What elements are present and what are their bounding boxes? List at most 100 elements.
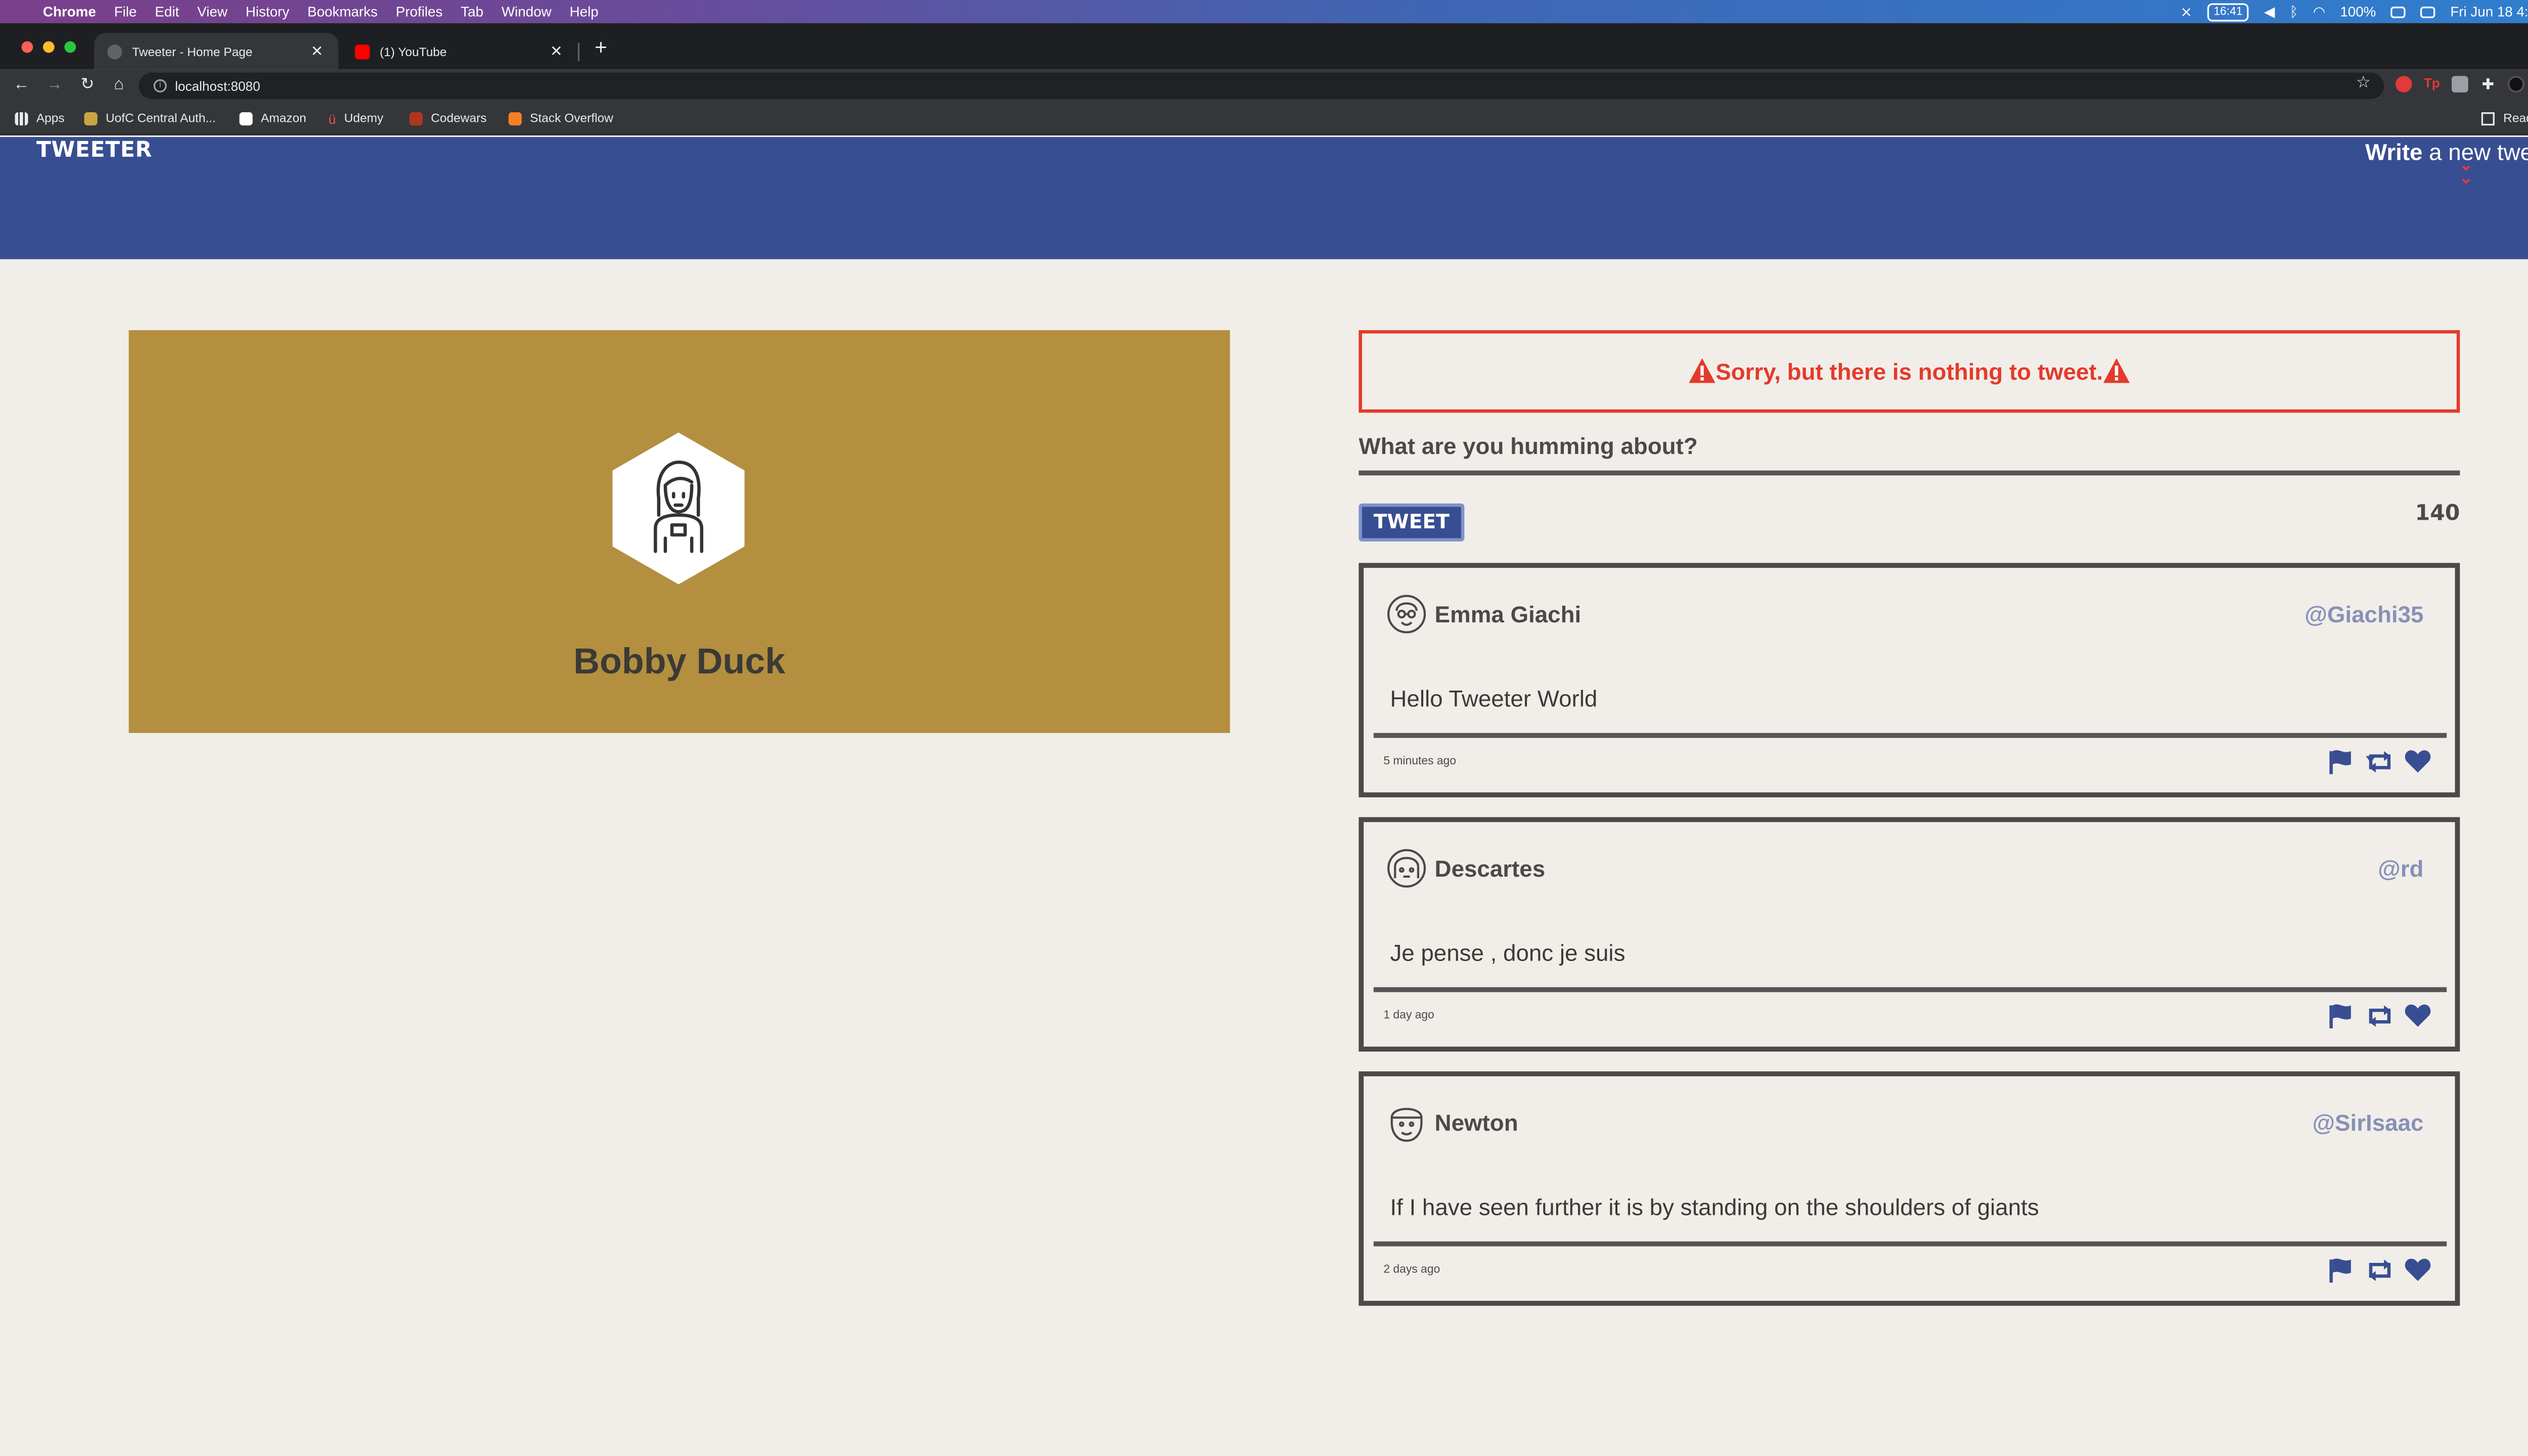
tweet-textarea-underline[interactable]: [1359, 470, 2460, 476]
forward-arrow-icon[interactable]: →: [43, 74, 66, 98]
bookmark-udemy[interactable]: ü Udemy: [328, 111, 383, 126]
app-menus: Chrome File Edit View History Bookmarks …: [43, 4, 617, 20]
flag-icon[interactable]: [2328, 749, 2356, 775]
tweet-author-name: Descartes: [1434, 855, 1546, 882]
bookmark-apps[interactable]: Apps: [15, 111, 65, 125]
window-minimize-button[interactable]: [42, 41, 55, 53]
tweet-author-name: Newton: [1434, 1109, 1518, 1136]
write-tweet-link[interactable]: Write a new tweet: [2365, 139, 2528, 165]
reading-list-button[interactable]: Reading List: [2481, 110, 2528, 126]
retweet-icon[interactable]: [2366, 749, 2394, 774]
heart-icon[interactable]: [2404, 1004, 2432, 1028]
url-text[interactable]: localhost:8080: [175, 78, 260, 93]
address-bar[interactable]: i localhost:8080 ☆: [139, 72, 2384, 99]
window-zoom-button[interactable]: [64, 41, 76, 53]
uofc-shield-icon: [84, 111, 98, 125]
window-close-button[interactable]: [21, 41, 33, 53]
tab-close-button[interactable]: ✕: [545, 42, 568, 60]
volume-icon[interactable]: ◀: [2264, 3, 2275, 21]
reading-list-label: Reading List: [2503, 110, 2528, 126]
tweet-content: If I have seen further it is by standing…: [1390, 1193, 2039, 1220]
menu-file[interactable]: File: [114, 4, 137, 20]
flag-icon[interactable]: [2328, 1258, 2356, 1283]
menu-view[interactable]: View: [197, 4, 228, 20]
bookmark-stack-overflow[interactable]: Stack Overflow: [508, 110, 613, 126]
puzzle-icon[interactable]: ✚: [2479, 76, 2496, 93]
wifi-icon[interactable]: ◠: [2313, 3, 2325, 21]
menu-history[interactable]: History: [246, 4, 289, 20]
bookmark-codewars[interactable]: Codewars: [409, 110, 487, 126]
menu-profiles[interactable]: Profiles: [396, 4, 443, 20]
tweet-card: Emma Giachi @Giachi35 Hello Tweeter Worl…: [1359, 563, 2460, 798]
adblock-extension-icon[interactable]: [2395, 76, 2412, 93]
bookmark-label: Amazon: [260, 110, 306, 126]
reload-icon[interactable]: ↻: [76, 74, 99, 98]
tweet-content: Je pense , donc je suis: [1390, 939, 1626, 966]
menu-app-name[interactable]: Chrome: [43, 4, 96, 20]
tweet-author-handle: @rd: [2378, 855, 2424, 882]
bookmark-label: Codewars: [431, 110, 487, 126]
tweet-timestamp: 2 days ago: [1383, 1264, 1440, 1277]
site-info-icon[interactable]: i: [153, 79, 167, 93]
retweet-icon[interactable]: [2366, 1004, 2394, 1028]
bookmark-amazon[interactable]: Amazon: [239, 111, 306, 125]
menu-bookmarks[interactable]: Bookmarks: [307, 4, 378, 20]
heart-icon[interactable]: [2404, 749, 2432, 774]
tab-strip: Tweeter - Home Page ✕ (1) YouTube ✕ +: [0, 23, 2528, 70]
menubar-datetime[interactable]: Fri Jun 18 4:15 PM: [2450, 4, 2528, 20]
extension-icon[interactable]: [2451, 76, 2468, 93]
back-arrow-icon[interactable]: ←: [10, 74, 33, 98]
tp-extension-icon[interactable]: Tp: [2423, 76, 2440, 93]
tab-divider: [577, 42, 580, 61]
bookmark-label: Stack Overflow: [530, 110, 613, 126]
browser-toolbar: ← → ↻ ⌂ i localhost:8080 ☆ Tp ✚ ⋮: [0, 69, 2528, 103]
battery-icon[interactable]: [2390, 6, 2406, 18]
error-message: Sorry, but there is nothing to tweet.: [1359, 330, 2460, 413]
menu-edit[interactable]: Edit: [155, 4, 179, 20]
new-tab-button[interactable]: +: [590, 35, 613, 60]
write-label: Write: [2365, 139, 2423, 165]
site-logo[interactable]: TWEETER: [36, 139, 152, 163]
warning-icon: [2103, 358, 2130, 383]
home-icon[interactable]: ⌂: [107, 74, 130, 98]
tab-youtube[interactable]: (1) YouTube ✕: [342, 33, 578, 69]
profile-avatar-icon[interactable]: [2508, 76, 2524, 93]
menu-window[interactable]: Window: [502, 4, 552, 20]
user-avatar-icon: [1387, 848, 1426, 888]
retweet-icon[interactable]: [2366, 1258, 2394, 1283]
tab-tweeter[interactable]: Tweeter - Home Page ✕: [94, 33, 339, 70]
mute-icon[interactable]: ⨯: [2181, 3, 2192, 21]
tweet-card: Newton @SirIsaac If I have seen further …: [1359, 1071, 2460, 1306]
tweet-textarea-label[interactable]: What are you humming about?: [1359, 433, 1698, 459]
bookmark-uofc[interactable]: UofC Central Auth...: [84, 111, 216, 125]
battery-percent: 100%: [2340, 3, 2376, 20]
control-center-icon[interactable]: [2420, 6, 2435, 18]
menu-tab[interactable]: Tab: [461, 4, 483, 20]
profile-avatar: [612, 432, 745, 584]
character-counter: 140: [2415, 502, 2460, 527]
youtube-icon: [355, 43, 370, 59]
site-navbar: TWEETER Write a new tweet ⌄⌄: [0, 137, 2528, 259]
tweet-content: Hello Tweeter World: [1390, 685, 1598, 712]
tweet-timestamp: 1 day ago: [1383, 1010, 1434, 1022]
tab-close-button[interactable]: ✕: [305, 42, 329, 60]
tweet-divider: [1373, 733, 2447, 738]
warning-icon: [1689, 358, 1716, 383]
tweet-card: Descartes @rd Je pense , donc je suis 1 …: [1359, 817, 2460, 1052]
bookmarks-bar: Apps UofC Central Auth... Amazon ü Udemy…: [0, 102, 2528, 135]
menu-help[interactable]: Help: [570, 4, 599, 20]
bluetooth-icon[interactable]: ᛒ: [2290, 4, 2298, 20]
reading-list-icon: [2481, 111, 2495, 125]
flag-icon[interactable]: [2328, 1004, 2356, 1029]
profile-card: Bobby Duck: [128, 330, 1230, 733]
tweet-author-handle: @Giachi35: [2305, 601, 2424, 627]
tweet-button[interactable]: TWEET: [1359, 503, 1465, 542]
double-chevron-down-icon[interactable]: ⌄ ⌄: [2459, 158, 2473, 188]
heart-icon[interactable]: [2404, 1258, 2432, 1283]
profile-name: Bobby Duck: [573, 640, 786, 682]
error-text: Sorry, but there is nothing to tweet.: [1716, 358, 2103, 385]
clock-badge[interactable]: 16:41: [2207, 2, 2249, 21]
bookmark-star-icon[interactable]: ☆: [2356, 74, 2371, 93]
udemy-icon: ü: [328, 111, 336, 126]
apps-grid-icon: [15, 111, 28, 125]
